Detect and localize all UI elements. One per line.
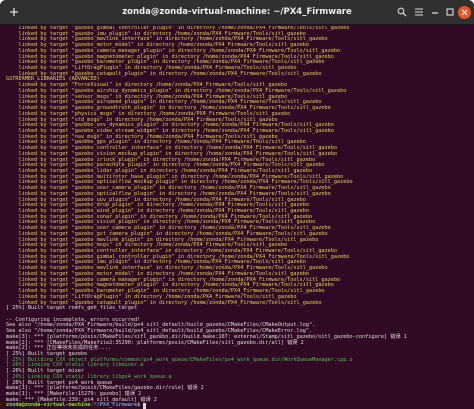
prompt-path: ~/PX4_Firmware: [93, 402, 138, 409]
search-icon[interactable]: [394, 5, 410, 20]
terminal-window: zonda@zonda-virtual-machine: ~/PX4_Firmw…: [0, 0, 474, 409]
title-bar: zonda@zonda-virtual-machine: ~/PX4_Firmw…: [0, 0, 474, 25]
minimize-icon[interactable]: [428, 5, 442, 20]
prompt-user-host: zonda@zonda-virtual-machine: [6, 402, 91, 409]
terminal-output[interactable]: linked by target "gazebo_gimbal_controll…: [0, 26, 474, 409]
hamburger-menu-icon[interactable]: [412, 5, 426, 20]
close-icon[interactable]: [458, 6, 471, 19]
maximize-icon[interactable]: [443, 5, 457, 20]
text-cursor: [143, 403, 147, 409]
prompt-line[interactable]: zonda@zonda-virtual-machine:~/PX4_Firmwa…: [6, 403, 474, 409]
